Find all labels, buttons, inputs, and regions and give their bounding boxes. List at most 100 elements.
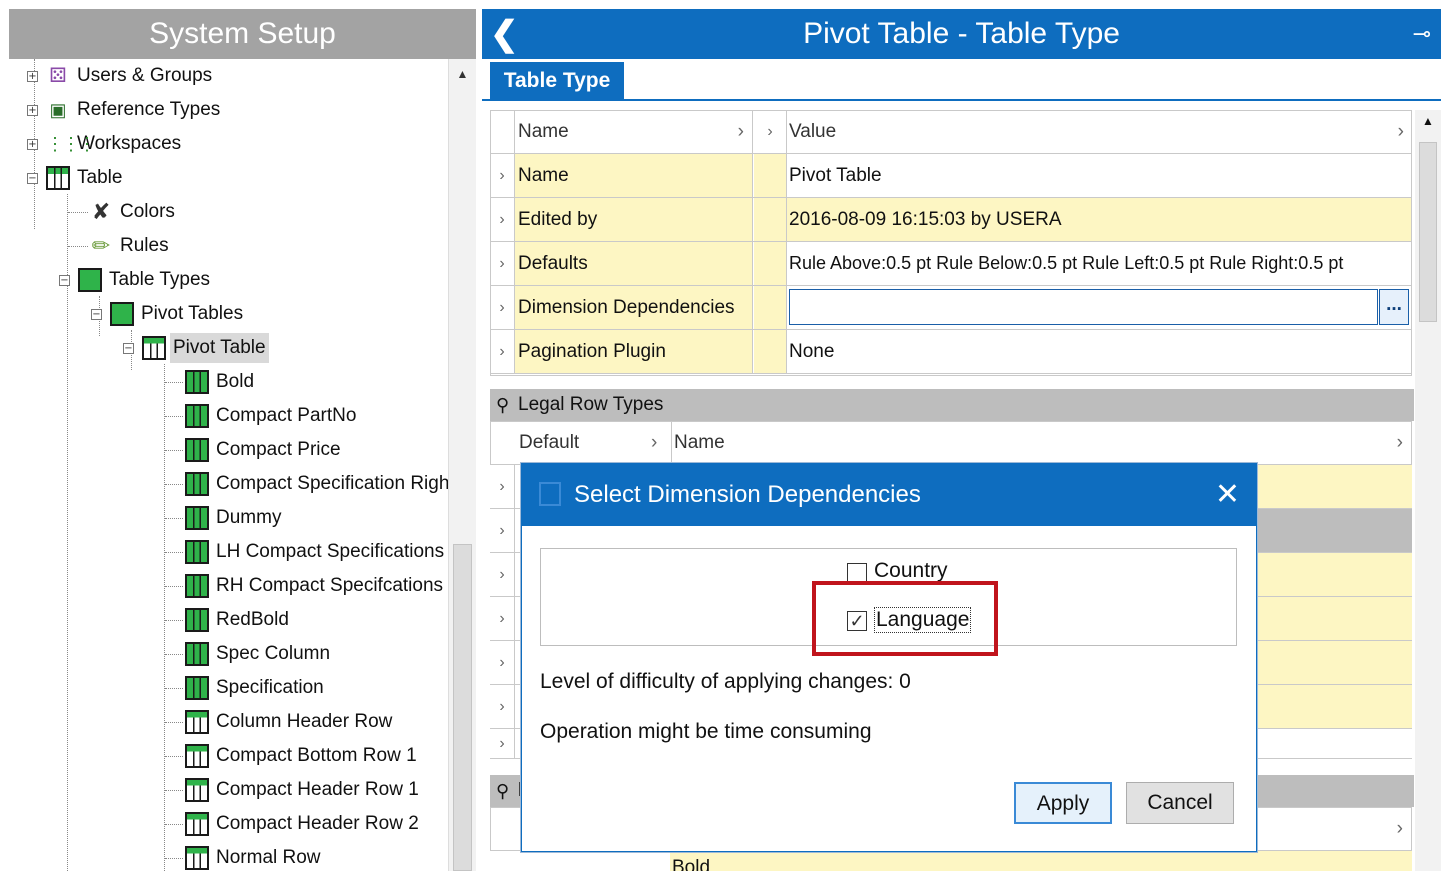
table-icon [46,166,70,190]
tab-bar: Table Type [482,59,1441,101]
grid-row[interactable]: › Name Pivot Table [490,154,1412,198]
tab-table-type[interactable]: Table Type [490,62,624,99]
grid-row[interactable]: › Edited by 2016-08-09 16:15:03 by USERA [490,198,1412,242]
tree-line [165,620,183,621]
row-expand-icon[interactable]: › [490,597,515,640]
tree-item-normal-row[interactable]: Normal Row [185,843,324,871]
expand-icon[interactable]: + [27,70,38,82]
tree-item-redbold[interactable]: RedBold [185,605,292,635]
header-row-icon [185,778,209,802]
name-column-header[interactable]: Name › [515,110,753,153]
tree-item-table[interactable]: − Table [27,163,125,193]
row-expand-icon[interactable]: › [490,242,515,285]
tree-item-compact-header-row-1[interactable]: Compact Header Row 1 [185,775,422,805]
default-column-header[interactable]: Default [519,422,579,464]
tree-item-bold[interactable]: Bold [185,367,257,397]
collapse-icon[interactable]: − [59,274,70,286]
row-expand-icon[interactable]: › [490,154,515,197]
property-value[interactable]: 2016-08-09 16:15:03 by USERA [787,198,1412,241]
country-checkbox[interactable] [847,563,867,583]
property-value[interactable]: None [787,330,1412,373]
tree-item-pivot-table[interactable]: − Pivot Table [123,333,269,363]
property-value[interactable]: Rule Above:0.5 pt Rule Below:0.5 pt Rule… [787,242,1412,285]
row-fill [1250,465,1412,508]
row-expand-icon[interactable]: › [490,641,515,684]
scroll-thumb[interactable] [453,544,472,871]
row-type-icon [185,506,209,530]
row-fill [1250,685,1412,728]
tree-line [68,246,88,247]
property-name: Edited by [515,198,753,241]
tree-item-colors[interactable]: ✘ Colors [89,197,178,227]
tree-item-rh-compact-specifcations[interactable]: RH Compact Specifcations [185,571,446,601]
tree-item-compact-specification-right[interactable]: Compact Specification Right [185,469,449,499]
grid-header: Name › › Value › [490,110,1412,154]
row-expand-icon[interactable]: › [490,729,515,758]
collapse-icon[interactable]: − [123,342,134,354]
legal-row-types-title: Legal Row Types [518,394,664,415]
expand-icon[interactable]: + [27,104,38,116]
legal-row-types-header[interactable]: ⚲ Legal Row Types [490,389,1414,421]
tree-item-spec-column[interactable]: Spec Column [185,639,333,669]
header-row-icon [185,846,209,870]
tree-item-dummy[interactable]: Dummy [185,503,284,533]
highlight-box [812,581,998,656]
grid-row[interactable]: › Dimension Dependencies ... [490,286,1412,330]
pin-icon[interactable]: ⚲ [496,775,509,807]
grid-row[interactable]: › Defaults Rule Above:0.5 pt Rule Below:… [490,242,1412,286]
grid-row[interactable]: › Pagination Plugin None [490,330,1412,374]
property-name: Pagination Plugin [515,330,753,373]
tree-line [164,364,165,871]
tree-item-compact-partno[interactable]: Compact PartNo [185,401,359,431]
table-row[interactable]: Bold [490,851,1412,871]
row-fill [1250,509,1412,552]
row-expand-icon[interactable]: › [490,509,515,552]
row-expand-icon[interactable]: › [490,465,515,508]
collapse-icon[interactable]: − [91,308,102,320]
row-expand-icon[interactable]: › [490,286,515,329]
tree-item-pivot-tables[interactable]: − Pivot Tables [91,299,246,329]
pin-icon[interactable]: ⊸ [1413,21,1431,47]
tree-line [165,552,183,553]
cancel-button[interactable]: Cancel [1126,782,1234,824]
grid-spacer [754,286,787,329]
tree-line [165,450,183,451]
tree-item-column-header-row[interactable]: Column Header Row [185,707,395,737]
row-expand-icon[interactable]: › [490,330,515,373]
collapse-icon[interactable]: − [27,172,38,184]
tree-item-lh-compact-specifications[interactable]: LH Compact Specifications [185,537,447,567]
tree-item-reference-types[interactable]: + ▣ Reference Types [27,95,223,125]
close-icon[interactable]: ✕ [1215,464,1240,526]
scroll-thumb[interactable] [1419,142,1437,322]
property-value[interactable]: Pivot Table [787,154,1412,197]
browse-button[interactable]: ... [1379,289,1409,325]
grid-spacer [754,154,787,197]
row-expand-icon[interactable]: › [490,685,515,728]
tree-item-rules[interactable]: ✏ Rules [89,231,172,261]
tree-item-workspaces[interactable]: + ⋮⋮⋮ Workspaces [27,129,184,159]
apply-button[interactable]: Apply [1014,782,1112,824]
tree-item-compact-bottom-row-1[interactable]: Compact Bottom Row 1 [185,741,420,771]
name-column-header[interactable]: Name [671,422,725,464]
grid-scrollbar[interactable]: ▲ [1415,110,1441,871]
select-dimension-dependencies-dialog: Select Dimension Dependencies ✕ Country … [521,463,1257,852]
tree-item-users-groups[interactable]: + ⚄ Users & Groups [27,61,215,91]
scroll-up-icon[interactable]: ▲ [449,67,476,81]
value-column-header[interactable]: Value › [787,110,1412,153]
row-expand-icon[interactable]: › [490,553,515,596]
property-name: Defaults [515,242,753,285]
tree-line [165,722,183,723]
tree-line [165,484,183,485]
pin-icon[interactable]: ⚲ [496,389,509,421]
dimension-dependencies-input[interactable] [789,289,1378,325]
country-label[interactable]: Country [874,559,948,583]
setup-tree: + ⚄ Users & Groups + ▣ Reference Types +… [9,59,449,871]
tree-item-table-types[interactable]: − Table Types [59,265,213,295]
row-expand-icon[interactable]: › [490,198,515,241]
expand-icon[interactable]: + [27,138,38,150]
tree-item-compact-price[interactable]: Compact Price [185,435,344,465]
tree-item-compact-header-row-2[interactable]: Compact Header Row 2 [185,809,422,839]
tree-scrollbar[interactable]: ▲ [448,59,476,871]
scroll-up-icon[interactable]: ▲ [1415,114,1441,128]
tree-item-specification[interactable]: Specification [185,673,327,703]
